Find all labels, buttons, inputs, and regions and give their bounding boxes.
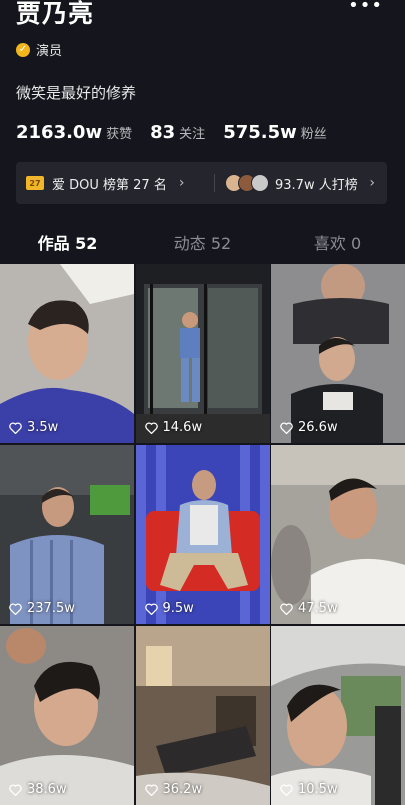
video-thumbnail [135,264,270,443]
video-tile[interactable]: 10.5w [271,626,405,805]
heart-icon [9,602,22,615]
heart-icon [9,421,22,434]
chevron-right-icon: › [369,175,375,191]
heart-icon [280,602,293,615]
fan-support-text: 93.7w 人打榜 [275,177,358,193]
more-dots-icon[interactable]: ••• [348,0,383,15]
heart-icon [9,783,22,796]
tab-posts[interactable]: 动态 52 [135,226,270,262]
stat-followers-label: 粉丝 [300,127,327,142]
video-tile[interactable]: 3.5w [0,264,134,443]
video-thumbnail [271,264,405,443]
avatar [251,174,269,192]
tab-likes[interactable]: 喜欢 0 [270,226,405,262]
heart-icon [144,783,158,796]
rank-text: 爱 DOU 榜第 27 名 [52,177,167,193]
like-count-value: 10.5w [298,782,338,797]
video-thumbnail [0,626,134,805]
tab-works[interactable]: 作品 52 [0,226,135,262]
like-count: 36.2w [144,782,203,797]
profile-tabs: 作品 52 动态 52 喜欢 0 [0,226,405,262]
video-grid: 3.5w 14.6w 26.6w 237.5w 9.5w 47.5w 38.6w… [0,264,405,805]
like-count: 14.6w [144,420,203,435]
stat-following-label: 关注 [179,127,206,142]
stat-followers[interactable]: 575.5w 粉丝 [223,122,327,143]
video-tile[interactable]: 14.6w [135,264,270,443]
video-tile[interactable]: 47.5w [271,445,405,624]
dou-rank-banner: 27 爱 DOU 榜第 27 名 › 93.7w 人打榜 › [16,162,387,204]
video-tile[interactable]: 38.6w [0,626,134,805]
video-tile[interactable]: 36.2w [135,626,270,805]
video-thumbnail [0,264,134,443]
fan-support-link[interactable]: 93.7w 人打榜 › [215,162,387,204]
like-count: 38.6w [9,782,67,797]
stat-following-value: 83 [150,122,176,143]
dou-rank-link[interactable]: 27 爱 DOU 榜第 27 名 › [16,162,214,204]
like-count-value: 38.6w [27,782,67,797]
like-count: 47.5w [280,601,338,616]
chevron-right-icon: › [178,175,185,191]
stat-following[interactable]: 83 关注 [150,122,205,143]
video-tile[interactable]: 237.5w [0,445,134,624]
like-count-value: 14.6w [162,420,203,435]
stat-followers-value: 575.5w [223,122,297,143]
video-tile[interactable]: 26.6w [271,264,405,443]
video-thumbnail [0,445,134,624]
stat-likes[interactable]: 2163.0w 获赞 [16,122,132,143]
video-thumbnail [135,626,270,805]
like-count: 9.5w [144,601,194,616]
like-count-value: 3.5w [27,420,59,435]
like-count-value: 47.5w [298,601,338,616]
heart-icon [144,421,158,434]
video-tile[interactable]: 9.5w [135,445,270,624]
rank-badge-icon: 27 [26,176,44,190]
fan-avatars [225,174,269,192]
like-count-value: 26.6w [298,420,338,435]
profile-name: 贾乃亮 [16,0,95,28]
like-count: 3.5w [9,420,58,435]
heart-icon [280,421,293,434]
video-thumbnail [135,445,270,624]
video-thumbnail [271,626,405,805]
profile-stats: 2163.0w 获赞 83 关注 575.5w 粉丝 [16,122,345,143]
video-thumbnail [271,445,405,624]
stat-likes-value: 2163.0w [16,122,103,143]
heart-icon [280,783,293,796]
verified-check-icon: ✓ [16,42,30,57]
verified-label: 演员 [36,44,63,59]
like-count: 10.5w [280,782,338,797]
like-count-value: 36.2w [162,782,203,797]
like-count-value: 237.5w [27,601,75,616]
like-count: 237.5w [9,601,75,616]
like-count: 26.6w [280,420,338,435]
verified-tag: ✓ 演员 [16,40,62,59]
profile-bio: 微笑是最好的修养 [16,84,137,102]
stat-likes-label: 获赞 [106,127,133,142]
heart-icon [144,602,158,615]
like-count-value: 9.5w [162,601,194,616]
